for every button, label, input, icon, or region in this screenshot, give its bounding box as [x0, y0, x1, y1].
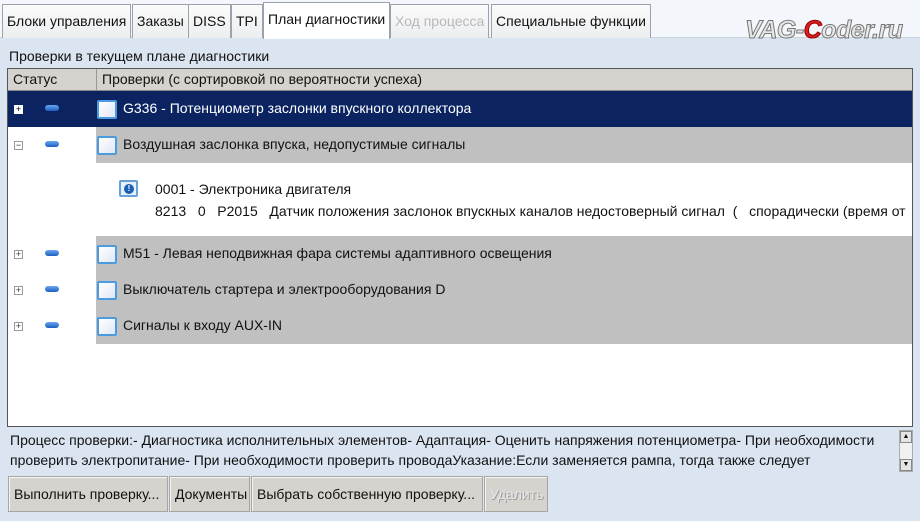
tab-control-units[interactable]: Блоки управления [2, 4, 132, 38]
logo-part: oder.ru [821, 16, 904, 45]
tab-tpi[interactable]: TPI [231, 4, 263, 38]
table-row[interactable]: + M51 - Левая неподвижная фара системы а… [8, 236, 912, 272]
status-icon [45, 286, 59, 292]
expand-icon[interactable]: + [14, 322, 23, 331]
check-description: Процесс проверки:- Диагностика исполните… [10, 432, 875, 468]
row-text: G336 - Потенциометр заслонки впускного к… [123, 100, 472, 116]
description-scrollbar[interactable]: ▲ ▼ [899, 430, 913, 472]
window-icon [97, 281, 117, 300]
watermark-logo: VAG-Coder.ru [745, 16, 904, 45]
documents-button[interactable]: Документы [169, 476, 250, 512]
table-row[interactable]: + Сигналы к входу AUX-IN [8, 308, 912, 344]
status-icon [45, 250, 59, 256]
window-icon [97, 317, 117, 336]
status-icon [45, 322, 59, 328]
column-header-checks[interactable]: Проверки (с сортировкой по вероятности у… [97, 69, 912, 90]
expand-icon[interactable]: + [14, 286, 23, 295]
scroll-up-icon[interactable]: ▲ [900, 431, 912, 443]
tab-diss[interactable]: DISS [188, 4, 231, 38]
row-text: Сигналы к входу AUX-IN [123, 317, 282, 333]
tab-bar: Блоки управления Заказы DISS TPI План ди… [0, 0, 920, 45]
column-header-status[interactable]: Статус [8, 69, 97, 90]
status-icon [45, 105, 59, 111]
collapse-icon[interactable]: − [14, 141, 23, 150]
table-header: Статус Проверки (с сортировкой по вероят… [8, 69, 912, 91]
expand-icon[interactable]: + [14, 250, 23, 259]
scroll-down-icon[interactable]: ▼ [900, 459, 912, 471]
window-icon [97, 245, 117, 264]
status-icon [45, 141, 59, 147]
row-text: M51 - Левая неподвижная фара системы ада… [123, 245, 552, 261]
run-check-button[interactable]: Выполнить проверку... [8, 476, 168, 512]
info-icon: ! [119, 180, 138, 197]
table-row[interactable]: + Выключатель стартера и электрооборудов… [8, 272, 912, 308]
window-icon [97, 100, 117, 119]
section-title: Проверки в текущем плане диагностики [9, 48, 270, 64]
expand-icon[interactable]: + [14, 105, 23, 114]
row-detail: ! 0001 - Электроника двигателя 8213 0 P2… [8, 163, 912, 236]
row-text: Выключатель стартера и электрооборудован… [123, 281, 446, 297]
logo-part: C [803, 16, 822, 45]
tab-orders[interactable]: Заказы [132, 4, 189, 38]
delete-button: Удалить [484, 476, 548, 512]
tab-special-functions[interactable]: Специальные функции [491, 4, 651, 38]
row-text: Воздушная заслонка впуска, недопустимые … [123, 136, 466, 152]
table-row[interactable]: − Воздушная заслонка впуска, недопустимы… [8, 127, 912, 163]
checks-table: Статус Проверки (с сортировкой по вероят… [7, 68, 913, 427]
window-icon [97, 136, 117, 155]
detail-fault: 8213 0 P2015 Датчик положения заслонок в… [155, 203, 906, 219]
table-row[interactable]: + G336 - Потенциометр заслонки впускного… [8, 91, 912, 127]
logo-part: VAG- [745, 16, 805, 45]
tab-process: Ход процесса [390, 4, 490, 38]
tab-diagnostic-plan[interactable]: План диагностики [263, 2, 391, 39]
choose-own-check-button[interactable]: Выбрать собственную проверку... [251, 476, 483, 512]
detail-control-unit: 0001 - Электроника двигателя [155, 181, 352, 197]
